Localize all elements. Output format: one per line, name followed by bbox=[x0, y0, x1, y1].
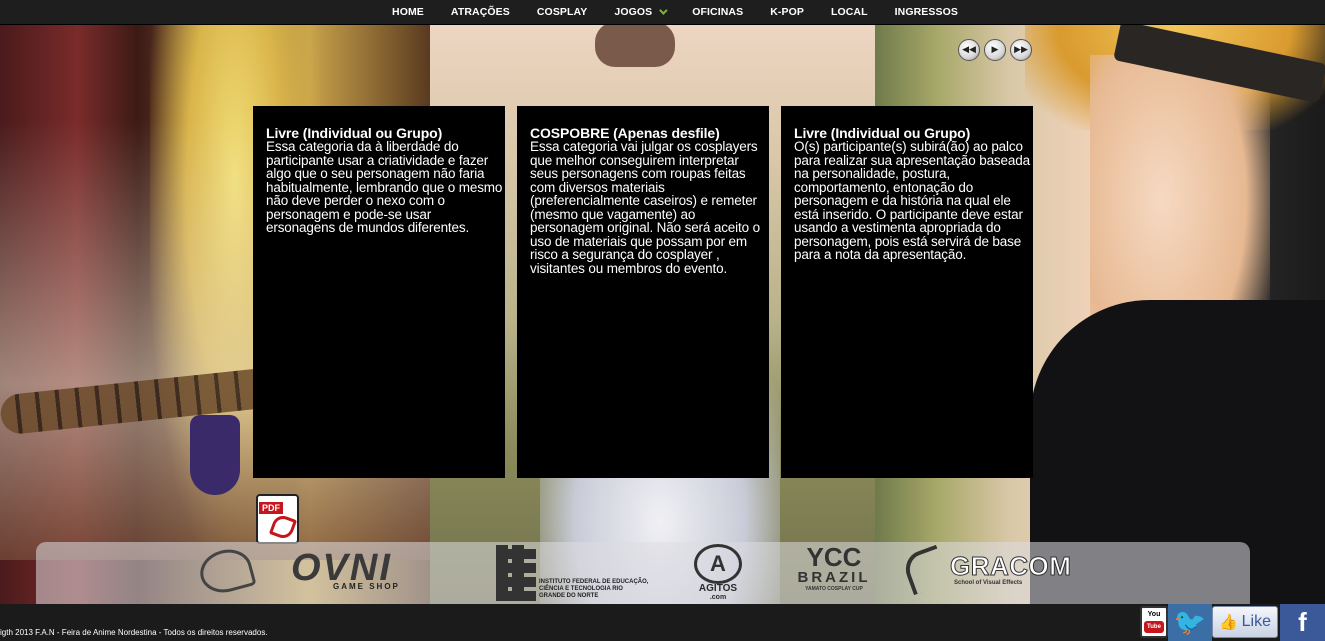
ovni-logo[interactable]: OVNI GAME SHOP bbox=[291, 548, 441, 591]
category-title: Livre (Individual ou Grupo) bbox=[794, 125, 971, 141]
nav-item-atracoes[interactable]: ATRAÇÕES bbox=[437, 0, 523, 25]
top-navigation: HOME ATRAÇÕES COSPLAY JOGOS OFICINAS K-P… bbox=[0, 0, 1325, 25]
nav-item-home[interactable]: HOME bbox=[379, 0, 438, 25]
slider-controls: ◀◀ ▶ ▶▶ bbox=[958, 39, 1032, 61]
nav-menu: HOME ATRAÇÕES COSPLAY JOGOS OFICINAS K-P… bbox=[379, 0, 972, 25]
nav-item-ingressos[interactable]: INGRESSOS bbox=[881, 0, 971, 25]
rewind-icon[interactable]: ◀◀ bbox=[958, 39, 980, 61]
twitter-icon[interactable]: 🐦 bbox=[1168, 604, 1212, 641]
ycc-brazil-logo[interactable]: YCC BRAZIL YAMATO COSPLAY CUP bbox=[794, 544, 874, 592]
fan-logo[interactable] bbox=[195, 543, 257, 599]
category-panel-livre-1: Livre (Individual ou Grupo) Essa categor… bbox=[253, 106, 505, 478]
nav-item-oficinas[interactable]: OFICINAS bbox=[679, 0, 757, 25]
footer: igth 2013 F.A.N - Feira de Anime Nordest… bbox=[0, 604, 1325, 641]
fast-forward-icon[interactable]: ▶▶ bbox=[1010, 39, 1032, 61]
sponsor-bar: OVNI GAME SHOP INSTITUTO FEDERAL DE EDUC… bbox=[36, 542, 1250, 604]
ifrn-mark-icon bbox=[496, 545, 536, 601]
acrobat-icon bbox=[268, 512, 298, 542]
youtube-icon[interactable]: You Tube bbox=[1140, 606, 1168, 638]
category-description: Essa categoria vai julgar os cosplayers … bbox=[530, 139, 760, 276]
category-panel-cospobre: COSPOBRE (Apenas desfile) Essa categoria… bbox=[517, 106, 769, 478]
category-title: COSPOBRE (Apenas desfile) bbox=[530, 125, 720, 141]
thumbs-up-icon: 👍 bbox=[1218, 614, 1238, 631]
copyright-text: igth 2013 F.A.N - Feira de Anime Nordest… bbox=[0, 628, 268, 637]
dragon-icon bbox=[900, 544, 950, 596]
chevron-down-icon bbox=[659, 6, 668, 15]
nav-item-kpop[interactable]: K-POP bbox=[757, 0, 818, 25]
pdf-download-icon[interactable]: PDF bbox=[256, 494, 299, 544]
pdf-tag: PDF bbox=[259, 502, 283, 514]
nav-item-local[interactable]: LOCAL bbox=[817, 0, 881, 25]
facebook-like-button[interactable]: 👍 Like bbox=[1212, 606, 1278, 638]
nav-item-jogos[interactable]: JOGOS bbox=[601, 0, 679, 25]
category-description: O(s) participante(s) subirá(ão) ao palco… bbox=[794, 139, 1030, 262]
agitos-logo[interactable]: A AGITOS .com bbox=[688, 544, 748, 601]
category-panel-livre-2: Livre (Individual ou Grupo) O(s) partici… bbox=[781, 106, 1033, 478]
facebook-icon[interactable]: f bbox=[1280, 604, 1325, 641]
play-icon[interactable]: ▶ bbox=[984, 39, 1006, 61]
category-title: Livre (Individual ou Grupo) bbox=[266, 125, 443, 141]
category-description: Essa categoria da à liberdade do partici… bbox=[266, 139, 503, 235]
ifrn-logo[interactable]: INSTITUTO FEDERAL DE EDUCAÇÃO, CIÊNCIA E… bbox=[496, 545, 648, 601]
nav-item-cosplay[interactable]: COSPLAY bbox=[523, 0, 601, 25]
